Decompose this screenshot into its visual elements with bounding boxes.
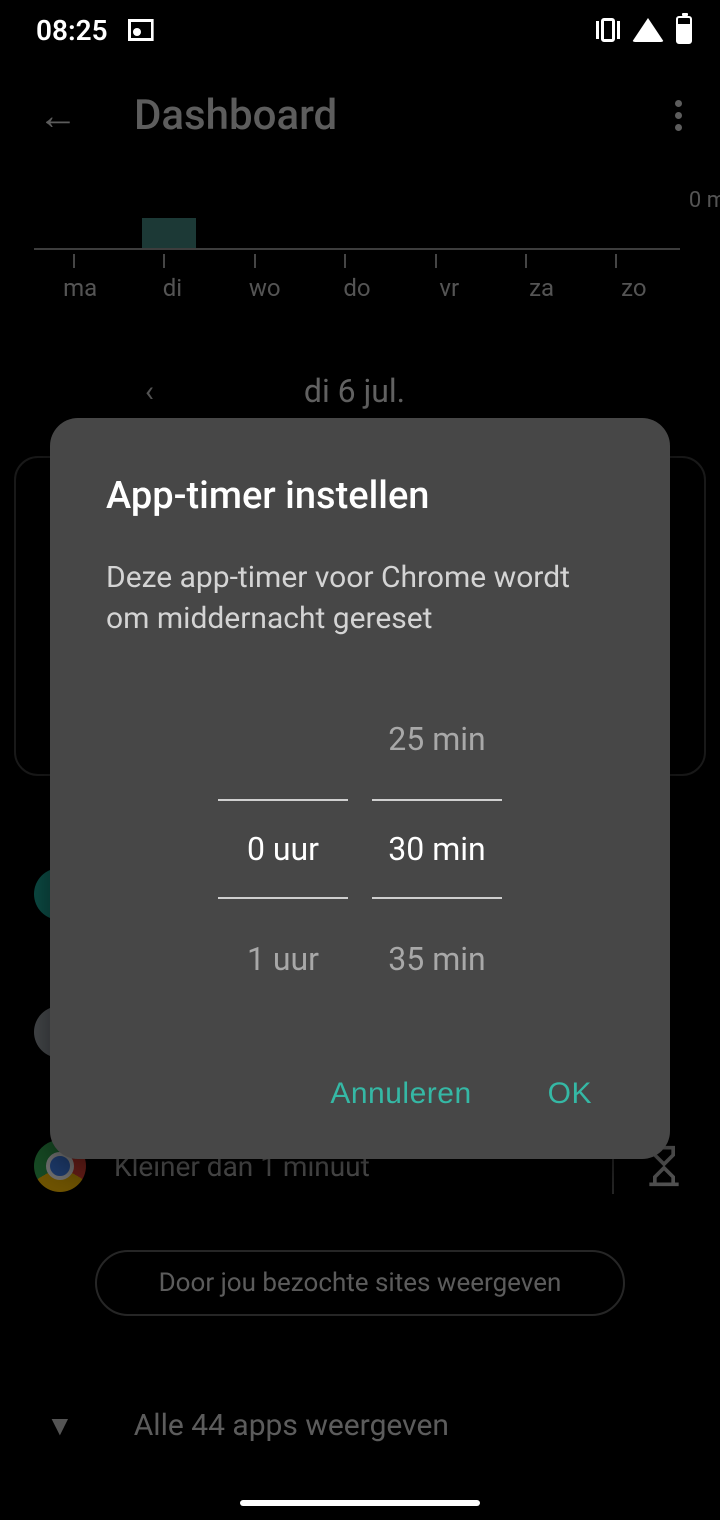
chart-day-labels: ma di wo do vr za zo — [0, 270, 720, 302]
date-label: di 6 jul. — [304, 372, 405, 410]
chart-bar-di — [142, 218, 196, 248]
chart-ticks — [34, 250, 680, 270]
status-bar: 08:25 — [0, 0, 720, 60]
status-time: 08:25 — [36, 14, 108, 47]
day-label: vr — [403, 274, 495, 302]
dialog-title: App-timer instellen — [106, 474, 614, 518]
show-all-apps[interactable]: ▼ Alle 44 apps weergeven — [0, 1408, 720, 1443]
battery-icon — [676, 16, 692, 44]
app-bar: ← Dashboard — [0, 60, 720, 170]
day-label: ma — [34, 274, 126, 302]
day-label: di — [126, 274, 218, 302]
back-icon[interactable]: ← — [24, 82, 92, 149]
dialog-actions: Annuleren OK — [106, 1065, 614, 1123]
dialog-message: Deze app-timer voor Chrome wordt om midd… — [106, 558, 614, 639]
app-timer-dialog: App-timer instellen Deze app-timer voor … — [50, 418, 670, 1159]
minutes-next[interactable]: 35 min — [372, 899, 502, 1019]
page-title: Dashboard — [134, 91, 661, 140]
hours-prev[interactable] — [218, 679, 348, 799]
usage-chart: 0 m — [34, 170, 680, 250]
minutes-picker[interactable]: 25 min 30 min 35 min — [372, 679, 502, 1019]
hours-next[interactable]: 1 uur — [218, 899, 348, 1019]
day-label: do — [311, 274, 403, 302]
image-icon — [128, 19, 154, 41]
day-label: wo — [219, 274, 311, 302]
chart-zero-label: 0 m — [689, 188, 720, 213]
nav-handle[interactable] — [240, 1500, 480, 1506]
all-apps-label: Alle 44 apps weergeven — [134, 1408, 449, 1443]
vibrate-icon — [596, 18, 620, 42]
minutes-prev[interactable]: 25 min — [372, 679, 502, 799]
chevron-down-icon: ▼ — [46, 1409, 74, 1442]
wifi-icon — [632, 18, 664, 42]
overflow-menu-icon[interactable] — [661, 85, 696, 146]
hours-selected[interactable]: 0 uur — [218, 799, 348, 899]
hours-picker[interactable]: 0 uur 1 uur — [218, 679, 348, 1019]
day-label: zo — [588, 274, 680, 302]
ok-button[interactable]: OK — [540, 1065, 600, 1123]
cancel-button[interactable]: Annuleren — [322, 1065, 479, 1123]
chevron-left-icon[interactable]: ‹ — [145, 374, 154, 409]
time-pickers: 0 uur 1 uur 25 min 30 min 35 min — [106, 679, 614, 1019]
date-navigator: ‹ di 6 jul. — [0, 372, 720, 410]
visited-sites-chip[interactable]: Door jou bezochte sites weergeven — [95, 1250, 625, 1316]
chip-label: Door jou bezochte sites weergeven — [159, 1268, 562, 1298]
day-label: za — [495, 274, 587, 302]
minutes-selected[interactable]: 30 min — [372, 799, 502, 899]
